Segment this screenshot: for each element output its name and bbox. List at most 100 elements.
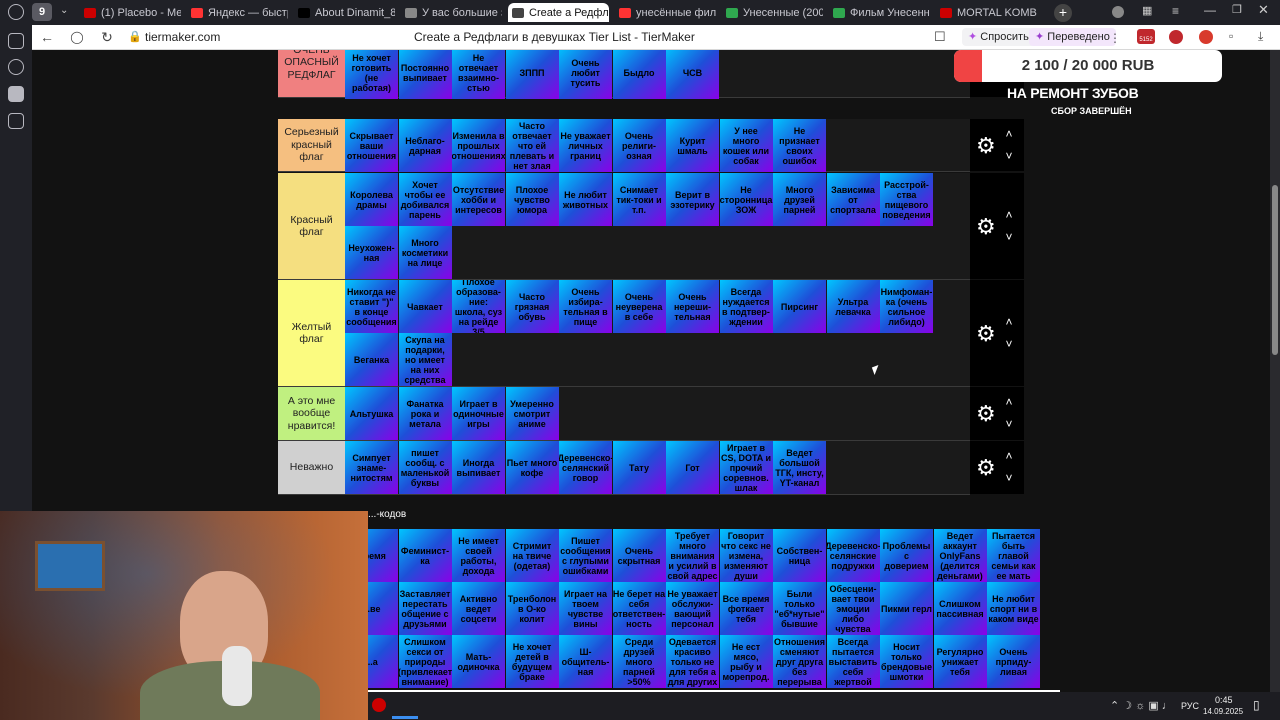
tier-card[interactable]: Курит шмаль [666,119,719,172]
pool-card[interactable]: Тренболон в О-ко колит [505,582,559,635]
pool-card[interactable]: Пишет сообщения с глупыми ошибками [559,529,612,582]
yandex-icon[interactable]: ◯ [68,29,86,45]
tab-4[interactable]: Create a Редфла× [508,3,609,22]
pool-card[interactable]: Не хочет детей в будущем браке [505,635,559,688]
chevron-down-icon[interactable]: ⌄ [60,5,68,16]
tier-card[interactable]: Плохое образова-ние: школа, суз на рейде… [452,280,505,333]
tier-card[interactable]: Не признает своих ошибок [773,119,826,172]
play-icon[interactable] [8,59,24,75]
pool-card[interactable]: Не любит спорт ни в каком виде [987,582,1040,635]
bookmark-icon[interactable]: ☐ [934,29,946,45]
scrollbar-thumb[interactable] [1272,185,1278,355]
back-icon[interactable]: ← [38,29,56,45]
move-up-icon[interactable]: ˄ [1002,312,1016,332]
tier-card[interactable]: Зависима от спортзала [826,173,880,226]
pool-card[interactable]: Собствен-ница [773,529,826,582]
tier-card[interactable]: Очень избира-тельная в пище [559,280,612,333]
tier-card[interactable]: Всегда нуждается в подтвер-ждении [719,280,773,333]
tier-card[interactable]: Верит в эзотерику [666,173,719,226]
tier-card[interactable]: Фанатка рока и метала [398,387,452,440]
history-icon[interactable] [8,4,24,20]
tier-card[interactable]: Много косметики на лице [398,226,452,279]
extension-badge[interactable]: 5152 [1137,29,1155,44]
tab-7[interactable]: Фильм Унесенные [829,3,930,22]
tier-label[interactable]: ОЧЕНЬ ОПАСНЫЙ РЕДФЛАГ [278,50,345,97]
tier-card[interactable]: Умеренно смотрит аниме [505,387,559,440]
gear-icon[interactable]: ⚙ [976,323,996,345]
pool-card[interactable]: Среди друзей много парней >50% [612,635,666,688]
ask-button[interactable]: ✦ Спросить [962,28,1035,46]
tier-card[interactable]: Ведет большой ТГК, инсту, YT-канал [773,441,826,494]
clock-time[interactable]: 0:45 [1215,695,1233,705]
tier-card[interactable]: Веганка [345,333,398,386]
pool-card[interactable]: Проблемы с доверием [880,529,933,582]
tier-card[interactable]: Королева драмы [345,173,398,226]
new-tab-button[interactable]: + [1054,4,1072,22]
pool-card[interactable]: Были только "еб*нутые" бывшие [773,582,826,635]
tier-card[interactable]: пишет сообщ. с маленькой буквы [398,441,452,494]
minimize-icon[interactable]: — [1204,3,1216,17]
move-down-icon[interactable]: ˅ [1002,414,1016,434]
move-down-icon[interactable]: ˅ [1002,468,1016,488]
gear-icon[interactable]: ⚙ [976,135,996,157]
language-indicator[interactable]: РУС [1181,701,1199,711]
tier-card[interactable]: Деревенско-селянский говор [559,441,612,494]
move-up-icon[interactable]: ˄ [1002,446,1016,466]
tier-card[interactable]: Чавкает [398,280,452,333]
pool-card[interactable]: Деревенско-селянские подружки [826,529,880,582]
tier-card[interactable]: Очень нереши-тельная [666,280,719,333]
tier-card[interactable]: Снимает тик-токи и т.п. [612,173,666,226]
tier-card[interactable]: Тату [612,441,666,494]
reload-icon[interactable]: ↻ [98,29,116,45]
more-icon[interactable]: ⋮ [1109,31,1121,45]
pool-card[interactable]: Ш-общитель-ная [559,635,612,688]
translate-button[interactable]: ✦ Переведено [1029,28,1116,46]
pool-card[interactable]: Очень прпиду-ливая [987,635,1040,688]
move-down-icon[interactable]: ˅ [1002,146,1016,166]
tray-icons[interactable]: ⌃ ☽ ☼ ▣ ♩ [1110,699,1173,712]
tier-card[interactable]: Гот [666,441,719,494]
pool-card[interactable]: Все время фоткает тебя [719,582,773,635]
tier-card[interactable]: Хочет чтобы ее добивался парень [398,173,452,226]
gear-icon[interactable]: ⚙ [976,457,996,479]
extensions-icon[interactable]: ▫ [1229,29,1233,43]
extension-circle-icon[interactable] [1199,30,1213,44]
tier-card[interactable]: У нее много кошек или собак [719,119,773,172]
pool-card[interactable]: Феминист-ка [398,529,452,582]
pool-card[interactable]: Активно ведет соцсети [452,582,505,635]
tab-0[interactable]: (1) Placebo - Medi [80,3,181,22]
tier-card[interactable]: Плохое чувство юмора [505,173,559,226]
pool-card[interactable]: Обесцени-вает твои эмоции либо чувства [826,582,880,635]
pool-card[interactable]: Одевается красиво только не для тебя а д… [666,635,719,688]
pool-card[interactable]: Отношения сменяют друг друга без перерыв… [773,635,826,688]
extension-bug-icon[interactable] [1169,30,1183,44]
pool-card[interactable]: Ведет аккаунт OnlyFans (делится деньгами… [933,529,987,582]
pool-card[interactable]: Очень скрытная [612,529,666,582]
tier-card[interactable]: ЗППП [505,50,559,99]
move-down-icon[interactable]: ˅ [1002,334,1016,354]
tab-8[interactable]: MORTAL KOMBAT [936,3,1037,22]
tier-card[interactable]: Не любит животных [559,173,612,226]
collections-icon[interactable] [8,33,24,49]
tab-6[interactable]: Унесенные (2002) [722,3,823,22]
tier-card[interactable]: Не хочет готовить (не работая) [345,50,398,99]
tier-card[interactable]: Нимфоман-ка (очень сильное либидо) [880,280,933,333]
move-up-icon[interactable]: ˄ [1002,124,1016,144]
menu-icon[interactable]: ≡ [1172,4,1179,18]
tier-card[interactable]: Часто отвечает что ей плевать и нет злая [505,119,559,172]
pool-card[interactable]: Регулярно унижает тебя [933,635,987,688]
tier-card[interactable]: Симпует знаме-нитостям [345,441,398,494]
pool-card[interactable]: Стримит на твиче (одетая) [505,529,559,582]
pool-card[interactable]: Не имеет своей работы, дохода [452,529,505,582]
pool-card[interactable]: Требует много внимания и усилий в свой а… [666,529,719,582]
tab-5[interactable]: унесённые фильм [615,3,716,22]
tier-label[interactable]: Красный флаг [278,173,345,279]
close-window-icon[interactable]: ✕ [1258,2,1269,18]
move-down-icon[interactable]: ˅ [1002,227,1016,247]
tier-card[interactable]: Часто грязная обувь [505,280,559,333]
tier-card[interactable]: Очень неуверена в себе [612,280,666,333]
tier-card[interactable]: Расстрой-ства пищевого поведения [880,173,933,226]
tab-3[interactable]: У вас большие зап [401,3,502,22]
tab-1[interactable]: Яндекс — быстрый [187,3,288,22]
tier-label[interactable]: Неважно [278,441,345,494]
